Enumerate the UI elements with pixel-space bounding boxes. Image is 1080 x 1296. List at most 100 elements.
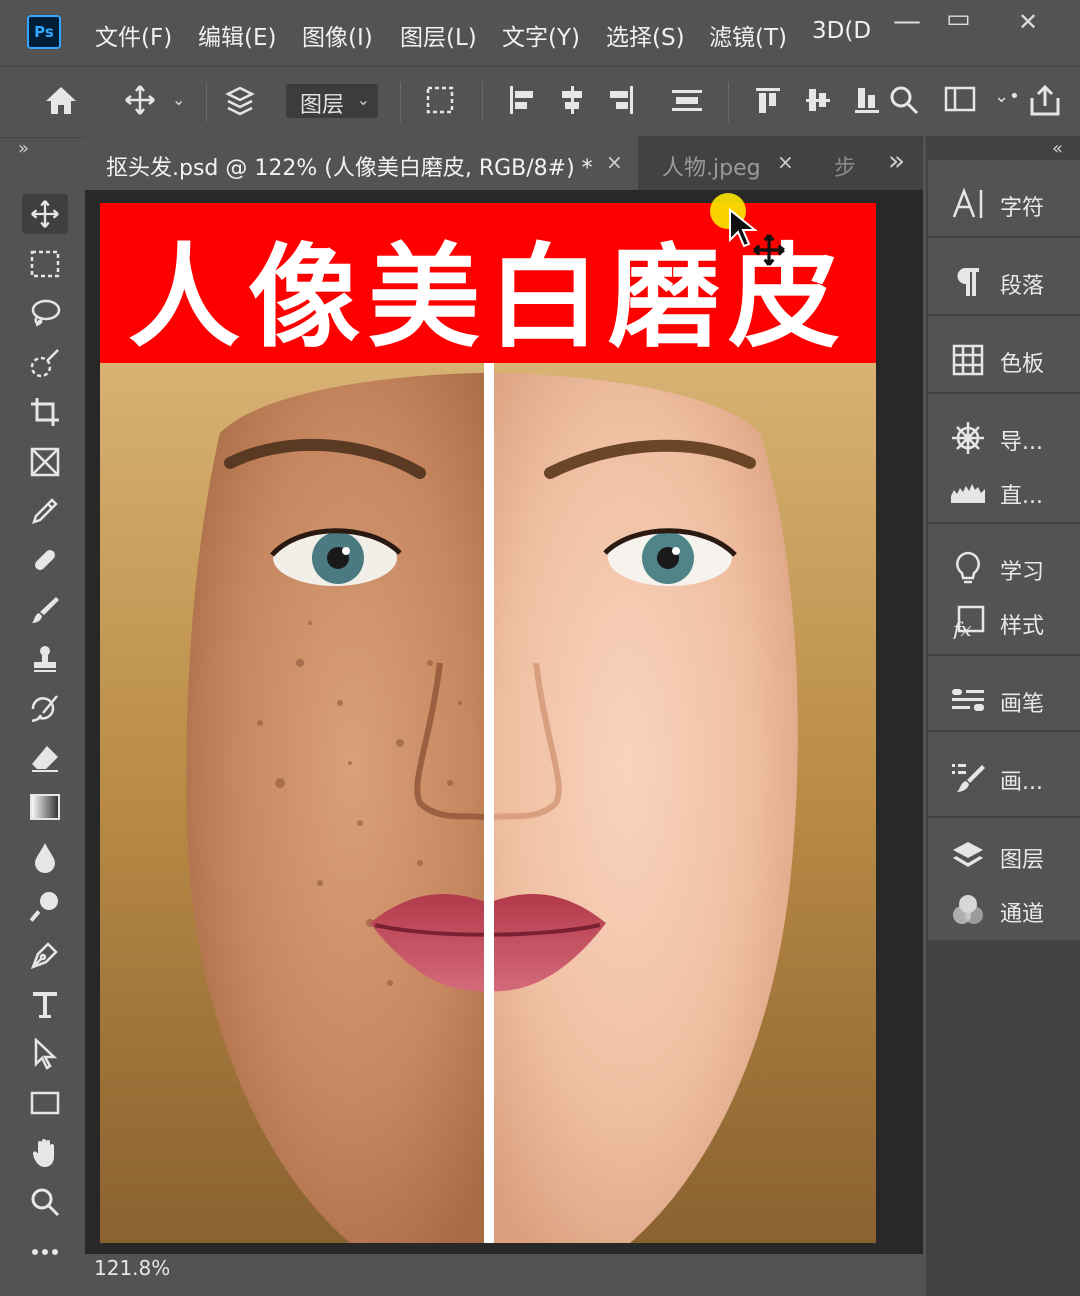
chevron-down-icon[interactable]: ⌄ — [172, 90, 185, 109]
gradient-tool-icon[interactable] — [22, 787, 68, 827]
blur-tool-icon[interactable] — [22, 837, 68, 877]
menu-layer[interactable]: 图层(L) — [400, 18, 477, 52]
align-bottom-icon[interactable] — [853, 84, 881, 120]
more-tools-icon[interactable] — [22, 1232, 68, 1272]
status-bar — [85, 1254, 923, 1284]
panel-label: 通道 — [1000, 902, 1045, 927]
menu-3d[interactable]: 3D(D — [812, 18, 871, 44]
panel-collapse-icon[interactable]: « — [1052, 138, 1063, 159]
restore-button[interactable]: ▭ — [946, 4, 971, 34]
brush-settings-icon — [950, 760, 986, 796]
panel-brushes[interactable]: 画笔 — [928, 678, 1080, 722]
panel-label: 段落 — [1000, 274, 1045, 299]
tab-label-active[interactable]: 抠头发.psd @ 122% (人像美白磨皮, RGB/8#) * — [106, 150, 593, 182]
document-canvas[interactable]: 人像美白磨皮 — [100, 203, 876, 1243]
align-center-icon[interactable] — [558, 84, 586, 120]
eyedropper-tool-icon[interactable] — [22, 491, 68, 531]
layer-select-label: 图层 — [300, 93, 345, 118]
menu-image[interactable]: 图像(I) — [302, 18, 373, 52]
panel-label: 导... — [1000, 430, 1043, 455]
healing-brush-tool-icon[interactable] — [22, 540, 68, 580]
panel-swatches[interactable]: 色板 — [928, 338, 1080, 382]
panel-brush-settings[interactable]: 画... — [928, 756, 1080, 800]
comparison-divider — [484, 363, 494, 1243]
workspace-icon[interactable] — [944, 84, 976, 118]
tab-close-icon[interactable]: × — [606, 150, 623, 174]
tab-label-second[interactable]: 人物.jpeg — [662, 150, 761, 182]
paragraph-icon — [950, 264, 986, 300]
align-right-icon[interactable] — [607, 84, 635, 120]
photoshop-logo: Ps — [27, 15, 61, 49]
panel-character[interactable]: 字符 — [928, 182, 1080, 226]
panel-label: 样式 — [1000, 614, 1045, 639]
tab-close-icon[interactable]: × — [777, 150, 794, 174]
search-icon[interactable] — [888, 84, 920, 120]
lasso-tool-icon[interactable] — [22, 294, 68, 334]
brush-tool-icon[interactable] — [22, 590, 68, 630]
toolbar-divider — [206, 82, 207, 122]
panel-label: 色板 — [1000, 352, 1045, 377]
zoom-tool-icon[interactable] — [22, 1182, 68, 1222]
share-icon[interactable] — [1028, 84, 1062, 122]
panel-layers[interactable]: 图层 — [928, 834, 1080, 878]
panel-histogram[interactable]: 直... — [928, 470, 1080, 514]
panel-channels[interactable]: 通道 — [928, 888, 1080, 932]
title-banner: 人像美白磨皮 — [100, 203, 876, 363]
panel-paragraph[interactable]: 段落 — [928, 260, 1080, 304]
menu-bar: Ps 文件(F) 编辑(E) 图像(I) 图层(L) 文字(Y) 选择(S) 滤… — [0, 0, 1080, 66]
menu-select[interactable]: 选择(S) — [606, 18, 685, 52]
marquee-tool-icon[interactable] — [22, 244, 68, 284]
minimize-button[interactable]: — — [893, 4, 921, 37]
navigator-icon — [950, 420, 986, 456]
path-select-tool-icon[interactable] — [22, 1034, 68, 1074]
histogram-icon — [950, 474, 986, 510]
auto-select-icon[interactable] — [224, 84, 258, 122]
history-brush-tool-icon[interactable] — [22, 688, 68, 728]
panel-label: 画笔 — [1000, 692, 1045, 717]
layer-select[interactable]: 图层 ⌄ — [286, 84, 378, 118]
close-button[interactable]: ✕ — [1018, 8, 1038, 36]
rectangle-tool-icon[interactable] — [22, 1083, 68, 1123]
brushes-icon — [950, 682, 986, 718]
crop-tool-icon[interactable] — [22, 392, 68, 432]
move-tool-icon[interactable] — [22, 194, 68, 234]
chevron-down-icon: ⌄ — [356, 90, 370, 109]
clone-stamp-tool-icon[interactable] — [22, 639, 68, 679]
zoom-level[interactable]: 121.8% — [94, 1256, 170, 1280]
home-icon[interactable] — [44, 84, 78, 120]
workspace-dropdown-icon[interactable]: ⌄• — [994, 86, 1020, 107]
character-icon — [950, 186, 986, 222]
frame-tool-icon[interactable] — [22, 442, 68, 482]
panel-label: 直... — [1000, 484, 1043, 509]
toolbar-collapse-icon[interactable]: » — [18, 138, 29, 159]
transform-controls-icon[interactable] — [424, 84, 456, 120]
hand-tool-icon[interactable] — [22, 1133, 68, 1173]
quick-select-tool-icon[interactable] — [22, 343, 68, 383]
menu-file[interactable]: 文件(F) — [95, 18, 172, 52]
toolbar-divider — [728, 82, 729, 122]
tabs-overflow-icon[interactable]: » — [888, 144, 905, 177]
panel-learn[interactable]: 学习 — [928, 546, 1080, 590]
panel-label: 图层 — [1000, 848, 1045, 873]
toolbar-divider — [400, 82, 401, 122]
eraser-tool-icon[interactable] — [22, 738, 68, 778]
align-top-icon[interactable] — [754, 84, 782, 120]
align-middle-icon[interactable] — [804, 84, 832, 120]
panel-navigator[interactable]: 导... — [928, 416, 1080, 460]
dodge-tool-icon[interactable] — [22, 886, 68, 926]
pen-tool-icon[interactable] — [22, 935, 68, 975]
move-icon[interactable] — [124, 84, 156, 120]
panel-styles[interactable]: fx 样式 — [928, 600, 1080, 644]
type-tool-icon[interactable] — [22, 985, 68, 1025]
svg-text:fx: fx — [951, 617, 972, 639]
align-left-icon[interactable] — [508, 84, 536, 120]
layers-icon — [950, 838, 986, 874]
menu-edit[interactable]: 编辑(E) — [198, 18, 276, 52]
channels-icon — [950, 892, 986, 928]
learn-icon — [950, 550, 986, 586]
distribute-icon[interactable] — [670, 84, 704, 120]
menu-type[interactable]: 文字(Y) — [502, 18, 580, 52]
panel-label: 学习 — [1000, 560, 1045, 585]
menu-filter[interactable]: 滤镜(T) — [709, 18, 787, 52]
tab-label-third[interactable]: 步 — [834, 150, 856, 182]
